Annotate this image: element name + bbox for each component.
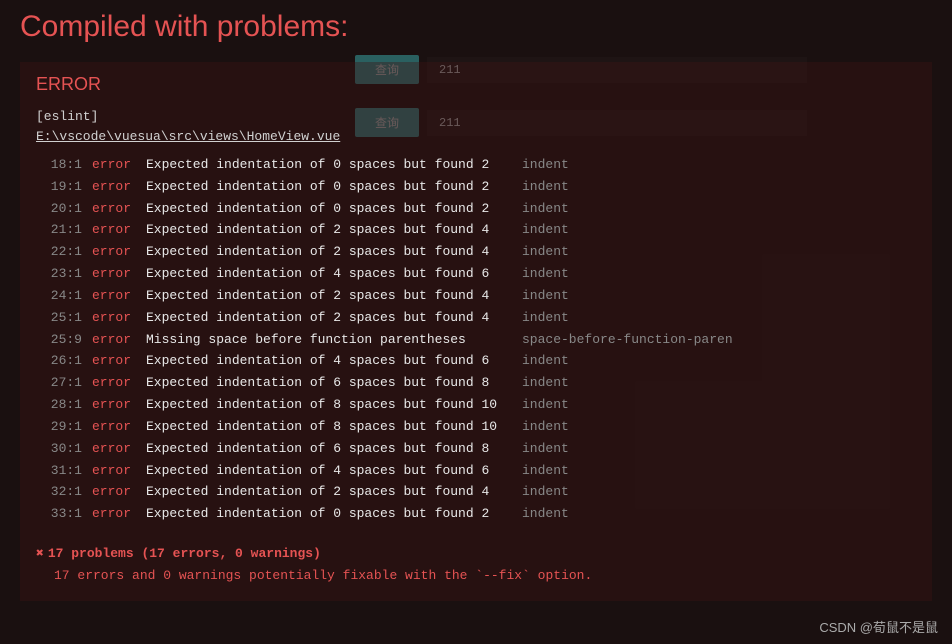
error-linecol: 22:1 [36, 241, 92, 263]
error-severity: error [92, 176, 146, 198]
error-rule: indent [522, 241, 569, 263]
page-title: Compiled with problems: [0, 0, 952, 62]
error-rule: indent [522, 416, 569, 438]
error-row: 33:1errorExpected indentation of 0 space… [36, 503, 916, 525]
error-severity: error [92, 503, 146, 525]
error-message: Expected indentation of 4 spaces but fou… [146, 460, 522, 482]
watermark: CSDN @荀鼠不是鼠 [819, 617, 938, 636]
error-linecol: 25:1 [36, 307, 92, 329]
error-rule: indent [522, 219, 569, 241]
error-rule: indent [522, 176, 569, 198]
error-severity: error [92, 307, 146, 329]
error-row: 20:1errorExpected indentation of 0 space… [36, 198, 916, 220]
error-linecol: 25:9 [36, 329, 92, 351]
error-linecol: 26:1 [36, 350, 92, 372]
error-severity: error [92, 416, 146, 438]
error-row: 30:1errorExpected indentation of 6 space… [36, 438, 916, 460]
error-message: Expected indentation of 8 spaces but fou… [146, 416, 522, 438]
error-row: 26:1errorExpected indentation of 4 space… [36, 350, 916, 372]
error-row: 23:1errorExpected indentation of 4 space… [36, 263, 916, 285]
error-message: Expected indentation of 2 spaces but fou… [146, 307, 522, 329]
summary-fixable-line: 17 errors and 0 warnings potentially fix… [36, 565, 916, 587]
error-linecol: 23:1 [36, 263, 92, 285]
error-linecol: 20:1 [36, 198, 92, 220]
error-rule: space-before-function-paren [522, 329, 733, 351]
error-rule: indent [522, 460, 569, 482]
error-message: Expected indentation of 0 spaces but fou… [146, 176, 522, 198]
error-message: Expected indentation of 0 spaces but fou… [146, 154, 522, 176]
lint-source-label: [eslint] [36, 109, 916, 124]
error-linecol: 28:1 [36, 394, 92, 416]
error-message: Expected indentation of 4 spaces but fou… [146, 350, 522, 372]
error-summary: ✖17 problems (17 errors, 0 warnings) 17 … [36, 543, 916, 587]
summary-problems-line: ✖17 problems (17 errors, 0 warnings) [36, 543, 916, 565]
error-message: Expected indentation of 2 spaces but fou… [146, 481, 522, 503]
error-severity: error [92, 241, 146, 263]
error-linecol: 29:1 [36, 416, 92, 438]
error-message: Expected indentation of 0 spaces but fou… [146, 198, 522, 220]
error-rule: indent [522, 350, 569, 372]
error-severity: error [92, 460, 146, 482]
error-rule: indent [522, 394, 569, 416]
error-row: 19:1errorExpected indentation of 0 space… [36, 176, 916, 198]
file-path-link[interactable]: E:\vscode\vuesua\src\views\HomeView.vue [36, 129, 340, 144]
error-row: 28:1errorExpected indentation of 8 space… [36, 394, 916, 416]
error-rule: indent [522, 503, 569, 525]
error-message: Expected indentation of 8 spaces but fou… [146, 394, 522, 416]
error-row: 25:9errorMissing space before function p… [36, 329, 916, 351]
error-severity: error [92, 285, 146, 307]
error-severity: error [92, 372, 146, 394]
error-message: Missing space before function parenthese… [146, 329, 522, 351]
error-rule: indent [522, 285, 569, 307]
error-linecol: 18:1 [36, 154, 92, 176]
error-rule: indent [522, 154, 569, 176]
error-row: 18:1errorExpected indentation of 0 space… [36, 154, 916, 176]
error-severity: error [92, 350, 146, 372]
error-linecol: 33:1 [36, 503, 92, 525]
error-linecol: 24:1 [36, 285, 92, 307]
error-message: Expected indentation of 6 spaces but fou… [146, 372, 522, 394]
error-heading: ERROR [36, 74, 916, 95]
error-row: 25:1errorExpected indentation of 2 space… [36, 307, 916, 329]
error-severity: error [92, 394, 146, 416]
error-severity: error [92, 481, 146, 503]
error-linecol: 32:1 [36, 481, 92, 503]
error-linecol: 19:1 [36, 176, 92, 198]
error-message: Expected indentation of 0 spaces but fou… [146, 503, 522, 525]
error-message: Expected indentation of 2 spaces but fou… [146, 219, 522, 241]
error-rule: indent [522, 263, 569, 285]
error-message: Expected indentation of 4 spaces but fou… [146, 263, 522, 285]
error-row: 22:1errorExpected indentation of 2 space… [36, 241, 916, 263]
error-severity: error [92, 329, 146, 351]
error-linecol: 21:1 [36, 219, 92, 241]
error-linecol: 30:1 [36, 438, 92, 460]
error-severity: error [92, 198, 146, 220]
error-row: 32:1errorExpected indentation of 2 space… [36, 481, 916, 503]
error-row: 24:1errorExpected indentation of 2 space… [36, 285, 916, 307]
x-icon: ✖ [36, 543, 44, 565]
error-rule: indent [522, 481, 569, 503]
error-list: 18:1errorExpected indentation of 0 space… [36, 154, 916, 525]
error-severity: error [92, 154, 146, 176]
error-severity: error [92, 219, 146, 241]
error-rule: indent [522, 307, 569, 329]
error-rule: indent [522, 372, 569, 394]
error-row: 27:1errorExpected indentation of 6 space… [36, 372, 916, 394]
error-row: 31:1errorExpected indentation of 4 space… [36, 460, 916, 482]
error-rule: indent [522, 198, 569, 220]
error-severity: error [92, 438, 146, 460]
error-row: 29:1errorExpected indentation of 8 space… [36, 416, 916, 438]
error-linecol: 27:1 [36, 372, 92, 394]
error-rule: indent [522, 438, 569, 460]
error-message: Expected indentation of 2 spaces but fou… [146, 285, 522, 307]
error-severity: error [92, 263, 146, 285]
error-panel: ERROR [eslint] E:\vscode\vuesua\src\view… [20, 62, 932, 601]
error-row: 21:1errorExpected indentation of 2 space… [36, 219, 916, 241]
error-linecol: 31:1 [36, 460, 92, 482]
error-message: Expected indentation of 2 spaces but fou… [146, 241, 522, 263]
error-message: Expected indentation of 6 spaces but fou… [146, 438, 522, 460]
